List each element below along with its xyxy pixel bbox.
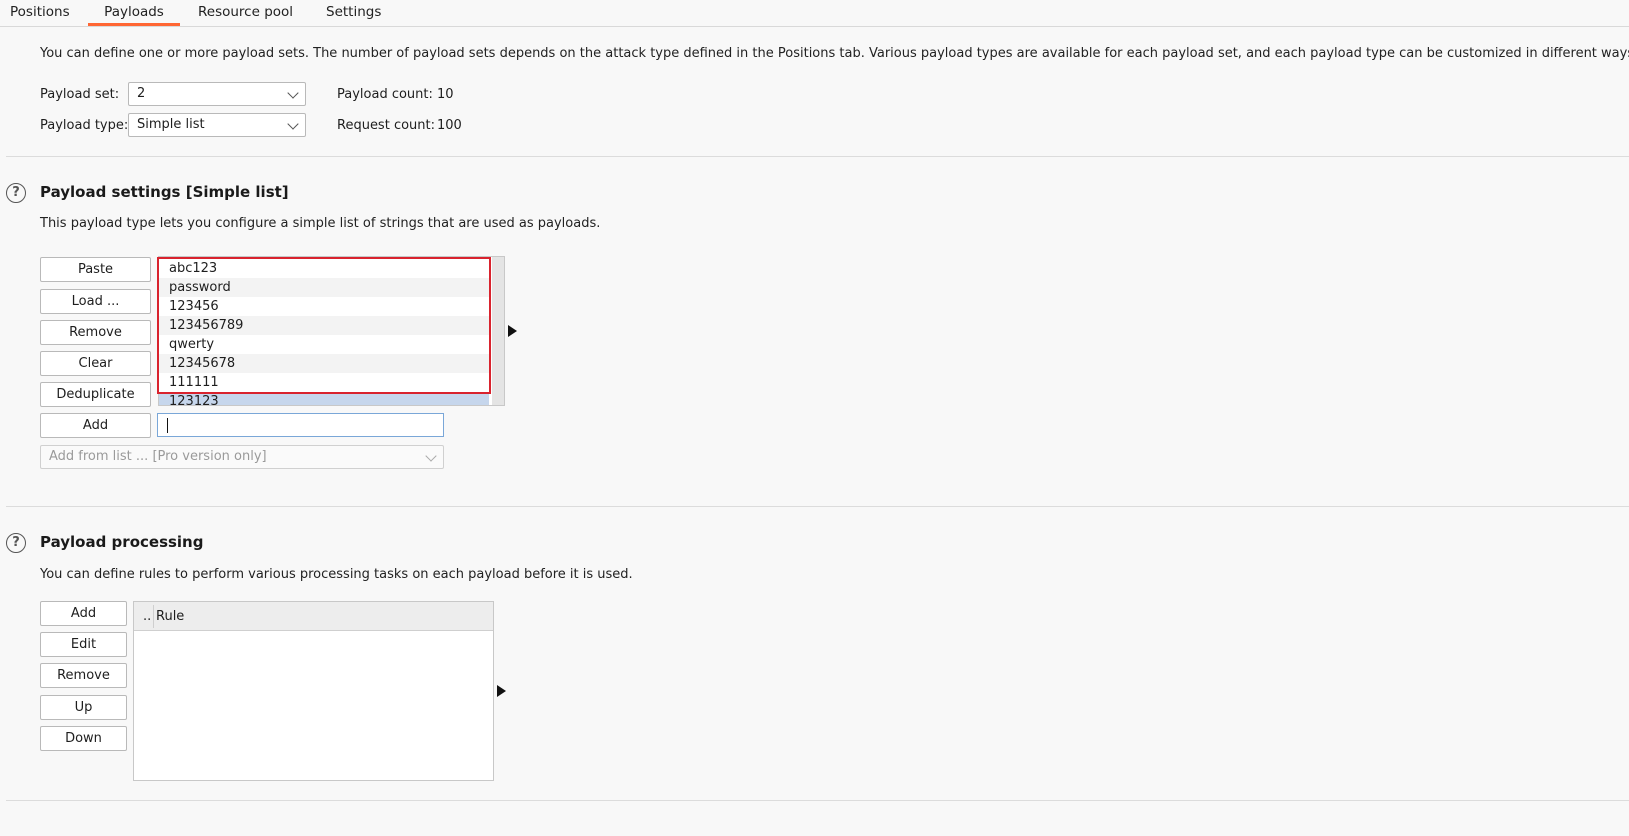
payload-type-select[interactable]: Simple list <box>128 113 306 137</box>
payload-type-label: Payload type: <box>40 118 129 133</box>
section-divider <box>6 156 1629 157</box>
chevron-down-icon <box>425 450 437 462</box>
tab-payloads[interactable]: Payloads <box>88 0 180 26</box>
load-button[interactable]: Load ... <box>40 289 151 314</box>
payload-count-value: 10 <box>437 87 454 102</box>
down-rule-button[interactable]: Down <box>40 726 127 751</box>
chevron-down-icon <box>287 118 299 130</box>
tab-positions[interactable]: Positions <box>10 0 70 25</box>
tab-settings[interactable]: Settings <box>326 0 381 25</box>
paste-button[interactable]: Paste <box>40 257 151 282</box>
payload-type-value: Simple list <box>137 117 205 132</box>
expand-arrow-icon[interactable] <box>497 685 506 697</box>
highlight-box <box>157 257 491 394</box>
chevron-down-icon <box>287 87 299 99</box>
deduplicate-button[interactable]: Deduplicate <box>40 382 151 407</box>
tab-bar: Positions Payloads Resource pool Setting… <box>0 0 1629 27</box>
column-separator[interactable] <box>153 605 154 628</box>
edit-rule-button[interactable]: Edit <box>40 632 127 657</box>
tab-resource-pool[interactable]: Resource pool <box>198 0 293 25</box>
help-icon[interactable]: ? <box>6 183 26 203</box>
remove-button[interactable]: Remove <box>40 320 151 345</box>
help-icon[interactable]: ? <box>6 533 26 553</box>
payload-processing-description: You can define rules to perform various … <box>40 567 633 582</box>
expand-arrow-icon[interactable] <box>508 325 517 337</box>
request-count-value: 100 <box>437 118 462 133</box>
payload-set-select[interactable]: 2 <box>128 82 306 106</box>
section-divider <box>6 506 1629 507</box>
add-from-list-select: Add from list ... [Pro version only] <box>40 445 444 469</box>
clear-button[interactable]: Clear <box>40 351 151 376</box>
list-item-selected[interactable]: 123123 <box>159 392 489 405</box>
add-rule-button[interactable]: Add <box>40 601 127 626</box>
payload-count-label: Payload count: <box>337 87 433 102</box>
section-divider <box>6 800 1629 801</box>
payload-sets-description: You can define one or more payload sets.… <box>40 46 1629 61</box>
payload-set-value: 2 <box>137 86 146 101</box>
up-rule-button[interactable]: Up <box>40 695 127 720</box>
remove-rule-button[interactable]: Remove <box>40 663 127 688</box>
payload-settings-title: Payload settings [Simple list] <box>40 183 289 201</box>
list-scrollbar[interactable] <box>492 257 504 405</box>
rules-table[interactable]: .. Rule <box>133 601 494 781</box>
request-count-label: Request count: <box>337 118 435 133</box>
payload-processing-title: Payload processing <box>40 533 204 551</box>
add-payload-input[interactable] <box>157 413 444 437</box>
column-header-enabled[interactable]: .. <box>143 602 151 631</box>
column-header-rule[interactable]: Rule <box>156 602 184 631</box>
text-caret <box>167 418 168 433</box>
payload-set-label: Payload set: <box>40 87 120 102</box>
add-from-list-label: Add from list ... [Pro version only] <box>49 449 267 464</box>
add-payload-button[interactable]: Add <box>40 413 151 438</box>
payload-settings-description: This payload type lets you configure a s… <box>40 216 601 231</box>
table-header: .. Rule <box>134 602 493 631</box>
